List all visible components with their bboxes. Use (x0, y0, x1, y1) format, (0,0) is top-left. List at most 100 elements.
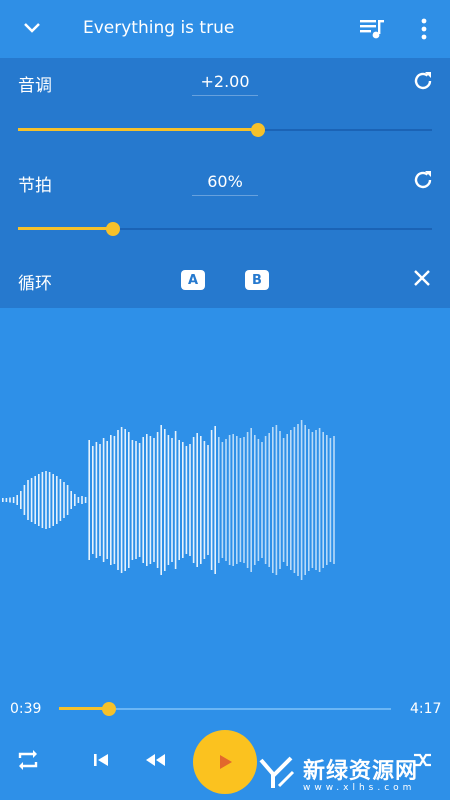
waveform-bar (92, 446, 94, 554)
waveform-bar (59, 479, 62, 521)
waveform-bar (27, 480, 29, 520)
rewind-icon[interactable] (143, 750, 169, 770)
chevron-down-icon[interactable] (18, 14, 46, 42)
reset-pitch-icon[interactable] (411, 69, 435, 93)
waveform-bar (221, 442, 224, 558)
waveform-bar (246, 432, 249, 568)
waveform-bar (142, 437, 144, 563)
waveform-bar (286, 434, 288, 566)
waveform-bar (214, 426, 216, 574)
waveform-bar (185, 446, 188, 554)
waveform-bar (275, 425, 278, 575)
waveform-bar (146, 434, 148, 566)
waveform-bar (282, 438, 285, 562)
waveform-bar (117, 430, 119, 570)
waveform-bar (318, 428, 321, 572)
audio-waveform[interactable] (0, 400, 450, 600)
more-vert-icon[interactable] (412, 15, 436, 43)
song-title: Everything is true (83, 18, 235, 38)
waveform-bar (326, 435, 328, 565)
waveform-bar (200, 436, 202, 564)
reset-tempo-icon[interactable] (411, 168, 435, 192)
waveform-bar (153, 438, 155, 562)
waveform-bar (34, 476, 36, 524)
waveform-bar (225, 439, 227, 561)
tempo-slider[interactable] (18, 219, 432, 239)
waveform-bar (261, 442, 263, 558)
tempo-value[interactable]: 60% (192, 172, 258, 196)
adjust-panel: 音调 +2.00 节拍 60% 循环 A B (0, 58, 450, 308)
waveform-bar (333, 436, 335, 564)
waveform-bar (84, 497, 87, 503)
waveform-bar (236, 436, 238, 564)
waveform-bar (250, 428, 252, 572)
watermark-url: www.xlhs.com (303, 782, 416, 793)
waveform-bar (95, 442, 98, 558)
pitch-slider[interactable] (18, 120, 432, 140)
waveform-bar (131, 440, 134, 560)
pitch-value[interactable]: +2.00 (192, 72, 258, 96)
waveform-bar (279, 431, 281, 569)
waveform-bar (257, 439, 260, 561)
waveform-bar (110, 435, 112, 565)
repeat-icon[interactable] (14, 748, 42, 772)
waveform-bar (164, 429, 166, 571)
waveform-bar (77, 497, 80, 503)
skip-previous-icon[interactable] (90, 750, 112, 770)
pitch-slider-thumb[interactable] (251, 123, 265, 137)
waveform-bar (210, 430, 213, 570)
watermark-text: 新绿资源网 (303, 758, 419, 784)
waveform-bar (20, 491, 22, 509)
waveform-bar (9, 497, 11, 503)
waveform-bar (192, 437, 195, 563)
waveform-bar (174, 431, 177, 569)
waveform-bar (81, 496, 83, 504)
loop-a-button[interactable]: A (181, 270, 205, 290)
waveform-bar (102, 438, 105, 562)
waveform-bar (203, 441, 206, 559)
waveform-bar (160, 425, 162, 575)
current-time: 0:39 (10, 701, 42, 717)
total-time: 4:17 (410, 701, 442, 717)
waveform-bar (38, 474, 40, 526)
waveform-bar (300, 420, 303, 580)
waveform-bar (178, 440, 180, 560)
waveform-bar (128, 432, 130, 568)
playlist-music-icon[interactable] (358, 15, 386, 43)
waveform-bar (138, 443, 141, 557)
waveform-bar (63, 482, 65, 518)
waveform-bar (293, 427, 296, 573)
waveform-bar (311, 432, 314, 568)
waveform-bar (243, 437, 245, 563)
waveform-bar (48, 472, 51, 528)
waveform-bar (315, 430, 317, 570)
waveform-bar (113, 436, 116, 564)
waveform-bar (41, 472, 44, 528)
progress-thumb[interactable] (102, 702, 116, 716)
loop-b-button[interactable]: B (245, 270, 269, 290)
loop-label: 循环 (18, 274, 52, 294)
waveform-bar (308, 429, 310, 571)
play-icon (220, 755, 232, 769)
pitch-slider-fill (18, 128, 258, 131)
waveform-bar (135, 441, 137, 559)
waveform-bar (218, 437, 220, 563)
waveform-bar (99, 444, 101, 556)
waveform-bar (120, 427, 123, 573)
tempo-label: 节拍 (18, 176, 52, 196)
close-icon[interactable] (411, 267, 433, 289)
pitch-label: 音调 (18, 76, 52, 96)
tempo-slider-thumb[interactable] (106, 222, 120, 236)
playback-progress-bar[interactable] (59, 699, 391, 719)
waveform-bar (297, 424, 299, 576)
waveform-bar (290, 430, 292, 570)
waveform-bar (304, 425, 306, 575)
waveform-bar (74, 494, 76, 506)
waveform-bar (5, 498, 8, 502)
waveform-bar (228, 435, 231, 565)
play-button[interactable] (193, 730, 257, 794)
waveform-bar (124, 429, 126, 571)
waveform-bar (70, 491, 72, 509)
waveform-bar (149, 436, 152, 564)
waveform-bar (23, 485, 26, 515)
